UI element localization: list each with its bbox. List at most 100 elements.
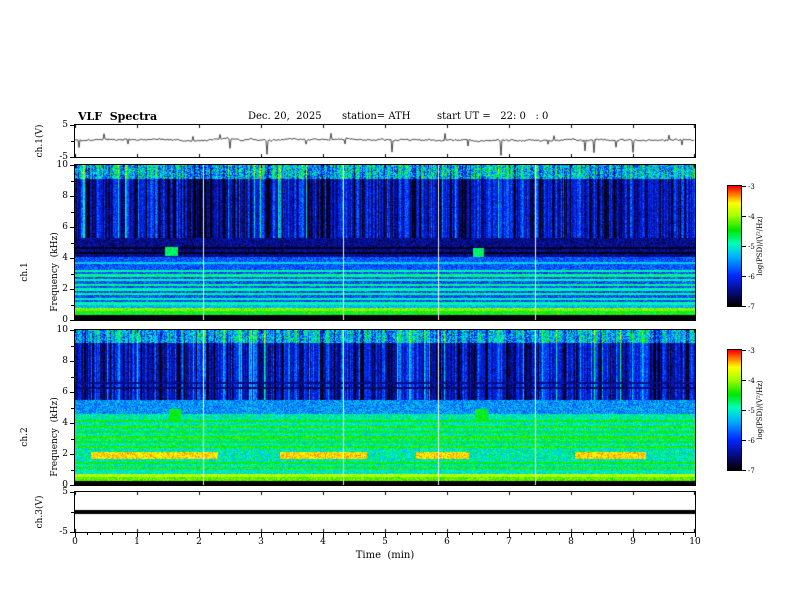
x-tick-label: 6 (444, 537, 450, 547)
tick-mark (70, 258, 74, 259)
tick-mark (125, 532, 126, 535)
ch1-spectrogram-ylabel: ch.1 Frequency (kHz) (0, 212, 80, 332)
colorbar-tick-label: -5 (748, 407, 755, 415)
x-tick-label: 7 (506, 537, 512, 547)
tick-mark (742, 350, 746, 351)
ch2-colorbar (727, 349, 742, 471)
colorbar-tick-label: -4 (748, 377, 755, 385)
vlf-spectra-figure: VLF Spectra Dec. 20, 2025 station= ATH s… (0, 0, 792, 612)
tick-mark (583, 532, 584, 535)
tick-mark (71, 141, 74, 142)
y-tick-label: 5 (62, 120, 68, 130)
x-tick-label: 5 (382, 537, 388, 547)
ch1-voltage-panel (74, 124, 696, 158)
y-tick-label: 2 (62, 449, 68, 459)
figure-start-ut: start UT = 22: 0 : 0 (437, 111, 549, 122)
tick-mark (70, 125, 74, 126)
tick-mark (70, 320, 74, 321)
y-tick-label: 6 (62, 222, 68, 232)
ch2-colorbar-gradient (728, 350, 741, 470)
tick-mark (472, 532, 473, 535)
tick-mark (71, 274, 74, 275)
tick-mark (71, 512, 74, 513)
x-axis-label: Time (min) (355, 550, 415, 561)
tick-mark (70, 454, 74, 455)
ch1-spectrogram-ylabel-line1: ch.1 (20, 262, 30, 282)
tick-mark (70, 330, 74, 331)
tick-mark (70, 227, 74, 228)
tick-mark (70, 485, 74, 486)
tick-mark (187, 532, 188, 535)
tick-mark (71, 181, 74, 182)
colorbar-tick-label: -6 (748, 273, 755, 281)
x-tick-label: 9 (630, 537, 636, 547)
tick-mark (71, 470, 74, 471)
tick-mark (70, 532, 74, 533)
tick-mark (742, 216, 746, 217)
tick-mark (236, 532, 237, 535)
ch1-colorbar-gradient (728, 186, 741, 306)
ch1-colorbar-label: log(PSD)/(V²/Hz) (756, 216, 764, 276)
colorbar-tick-label: -3 (748, 183, 755, 191)
figure-title: VLF Spectra (78, 110, 158, 123)
tick-mark (100, 532, 101, 535)
tick-mark (360, 532, 361, 535)
tick-mark (71, 243, 74, 244)
ch1-spectrogram-panel (74, 164, 696, 321)
y-tick-label: -5 (59, 152, 68, 162)
ch1-colorbar (727, 185, 742, 307)
y-tick-label: -5 (59, 527, 68, 537)
tick-mark (742, 380, 746, 381)
ch1-spectrogram-plot (75, 165, 695, 320)
tick-mark (71, 377, 74, 378)
tick-mark (742, 186, 746, 187)
figure-date: Dec. 20, 2025 (248, 111, 322, 122)
tick-mark (397, 532, 398, 535)
tick-mark (70, 492, 74, 493)
tick-mark (596, 532, 597, 535)
tick-mark (683, 532, 684, 535)
tick-mark (658, 532, 659, 535)
y-tick-label: 0 (62, 315, 68, 325)
tick-mark (521, 532, 522, 535)
tick-mark (311, 532, 312, 535)
y-tick-label: 5 (62, 487, 68, 497)
figure-station: station= ATH (342, 111, 411, 122)
tick-mark (742, 306, 746, 307)
colorbar-tick-label: -7 (748, 467, 755, 475)
tick-mark (71, 408, 74, 409)
tick-mark (742, 276, 746, 277)
tick-mark (435, 532, 436, 535)
y-tick-label: 2 (62, 284, 68, 294)
tick-mark (621, 532, 622, 535)
ch2-spectrogram-ylabel-line1: ch.2 (20, 427, 30, 447)
tick-mark (534, 532, 535, 535)
tick-mark (70, 392, 74, 393)
y-tick-label: 6 (62, 387, 68, 397)
tick-mark (71, 439, 74, 440)
y-tick-label: 8 (62, 191, 68, 201)
tick-mark (70, 289, 74, 290)
colorbar-tick-label: -7 (748, 303, 755, 311)
x-tick-label: 8 (568, 537, 574, 547)
tick-mark (742, 440, 746, 441)
tick-mark (742, 246, 746, 247)
tick-mark (70, 157, 74, 158)
tick-mark (174, 532, 175, 535)
ch2-colorbar-label: log(PSD)/(V²/Hz) (756, 380, 764, 440)
tick-mark (546, 532, 547, 535)
tick-mark (71, 305, 74, 306)
tick-mark (70, 196, 74, 197)
tick-mark (459, 532, 460, 535)
x-tick-label: 1 (134, 537, 140, 547)
tick-mark (87, 532, 88, 535)
colorbar-tick-label: -6 (748, 437, 755, 445)
ch2-spectrogram-panel (74, 329, 696, 486)
x-tick-label: 3 (258, 537, 264, 547)
ch2-spectrogram-plot (75, 330, 695, 485)
colorbar-tick-label: -5 (748, 243, 755, 251)
x-tick-label: 2 (196, 537, 202, 547)
y-tick-label: 4 (62, 253, 68, 263)
tick-mark (373, 532, 374, 535)
tick-mark (484, 532, 485, 535)
